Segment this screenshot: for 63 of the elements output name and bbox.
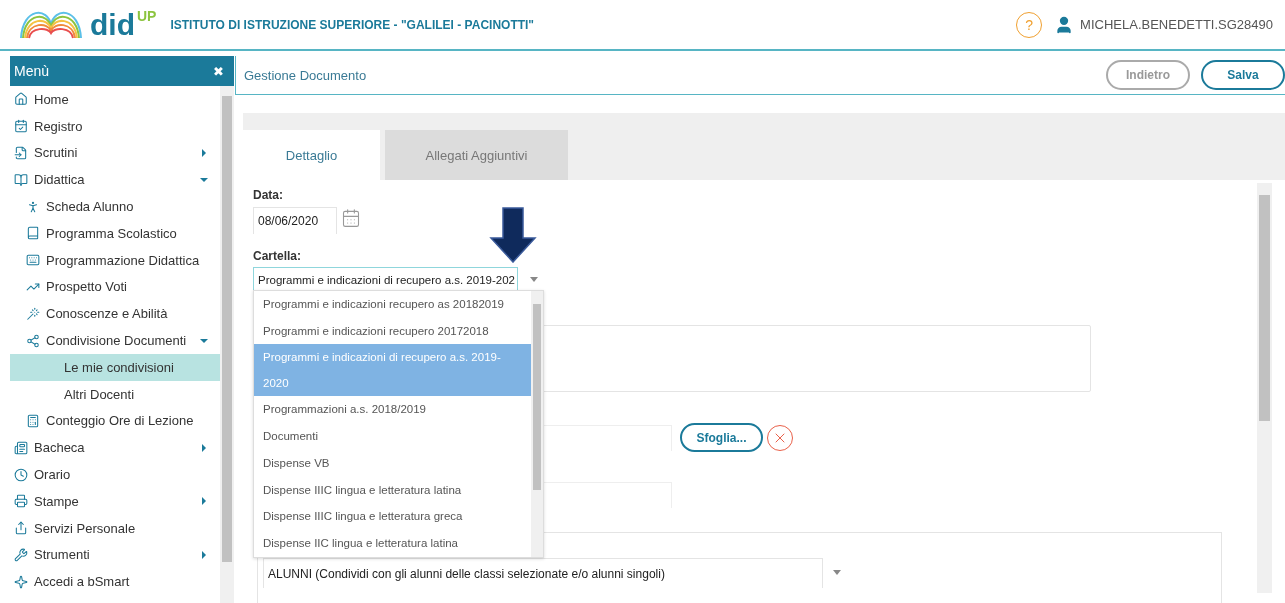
share-icon [14, 521, 28, 536]
down-arrow-icon [489, 207, 537, 263]
menu-item[interactable]: Altri Docenti [10, 380, 220, 408]
menu-item[interactable]: Le mie condivisioni [10, 353, 220, 381]
close-button[interactable]: ✖ [213, 63, 224, 79]
share-icon [26, 333, 40, 348]
caret-right-icon[interactable] [200, 149, 208, 157]
menu-item[interactable]: Registro [10, 112, 220, 140]
menu-title: Menù [14, 63, 50, 79]
browse-button[interactable]: Sfoglia... [680, 423, 763, 452]
dropdown-option[interactable]: Dispense IIC lingua e letteratura latina [254, 529, 531, 557]
wrench-icon [14, 547, 28, 562]
field-label: Cartella: [253, 249, 303, 263]
menu-item[interactable]: Strumenti [10, 541, 220, 569]
menu-item[interactable]: Didattica [10, 166, 220, 194]
calculator-icon [26, 413, 40, 428]
menu-item[interactable]: Home [10, 86, 220, 113]
book-icon [26, 226, 40, 241]
clock-icon [14, 467, 28, 482]
dropdown-option[interactable]: Programmi e indicazioni recupero as 20182019 [254, 291, 531, 318]
newspaper-icon [14, 440, 28, 455]
printer-icon [14, 494, 28, 509]
scrollbar[interactable] [1257, 183, 1272, 593]
menu-item[interactable]: Conteggio Ore di Lezione [10, 407, 220, 435]
caret-down-icon[interactable] [530, 277, 538, 282]
caret-down-icon[interactable] [200, 175, 208, 184]
field-label: Data: [253, 188, 284, 202]
menu-item[interactable]: Condivisione Documenti [10, 327, 220, 354]
tab[interactable]: Dettaglio [243, 130, 380, 180]
logo-text: did$^{UP}$ [90, 7, 157, 42]
caret-right-icon[interactable] [200, 443, 208, 452]
menu-item[interactable]: Servizi Personale [10, 514, 220, 542]
menu-item[interactable]: Programmazione Didattica [10, 246, 220, 274]
menu-item[interactable]: Scrutini [10, 139, 220, 167]
caret-down-icon[interactable] [200, 336, 208, 345]
caret-down-icon[interactable] [833, 570, 841, 575]
date-field[interactable]: 08/06/2020 [253, 207, 337, 234]
wand-icon [26, 306, 40, 321]
menu-item[interactable]: Orario [10, 461, 220, 488]
menu-item[interactable]: Accedi a bSmart [10, 568, 220, 596]
save-button[interactable]: Salva [1201, 60, 1285, 90]
logo-icon [20, 10, 82, 39]
calendar-icon[interactable] [341, 208, 361, 228]
menu-item[interactable]: Scheda Alunno [10, 193, 220, 220]
sparkle-icon [14, 574, 28, 589]
caret-right-icon[interactable] [200, 550, 208, 559]
caret-right-icon[interactable] [200, 497, 208, 506]
file-icon [14, 146, 28, 160]
person-icon [26, 199, 40, 214]
menu-item[interactable]: Bacheca [10, 434, 220, 462]
school-name: ISTITUTO DI ISTRUZIONE SUPERIORE - "GALILEI - PACINOTTI" [170, 17, 535, 32]
calendar-check-icon [14, 119, 28, 134]
menu-item[interactable]: Programma Scolastico [10, 220, 220, 247]
scrollbar[interactable] [220, 86, 234, 603]
keyboard-icon [26, 253, 40, 268]
menu-item[interactable]: Conoscenze e Abilità [10, 300, 220, 328]
house-icon [14, 92, 28, 107]
scrollbar[interactable] [531, 291, 543, 557]
user-name[interactable]: MICHELA.BENEDETTI.SG28490 [1080, 17, 1273, 32]
page-title: Gestione Documento [244, 67, 368, 83]
book-icon [14, 172, 28, 187]
menu-item[interactable]: Stampe [10, 487, 220, 515]
menu-item[interactable]: Prospetto Voti [10, 273, 220, 301]
